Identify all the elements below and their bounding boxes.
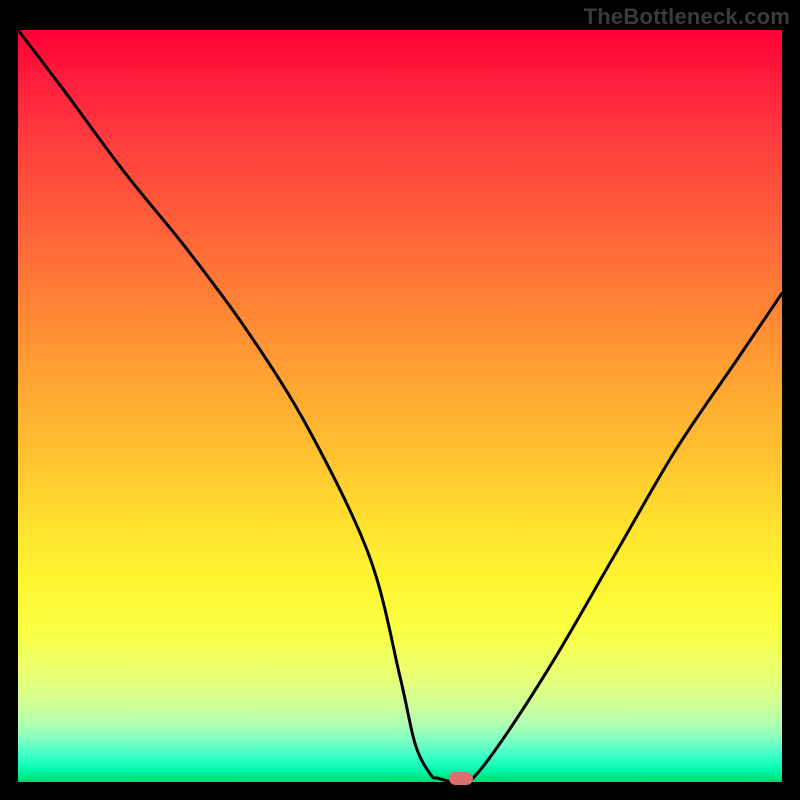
bottleneck-curve — [18, 30, 782, 782]
optimal-marker — [449, 772, 473, 785]
watermark-text: TheBottleneck.com — [584, 4, 790, 30]
chart-stage: TheBottleneck.com — [0, 0, 800, 800]
plot-area — [18, 30, 782, 782]
